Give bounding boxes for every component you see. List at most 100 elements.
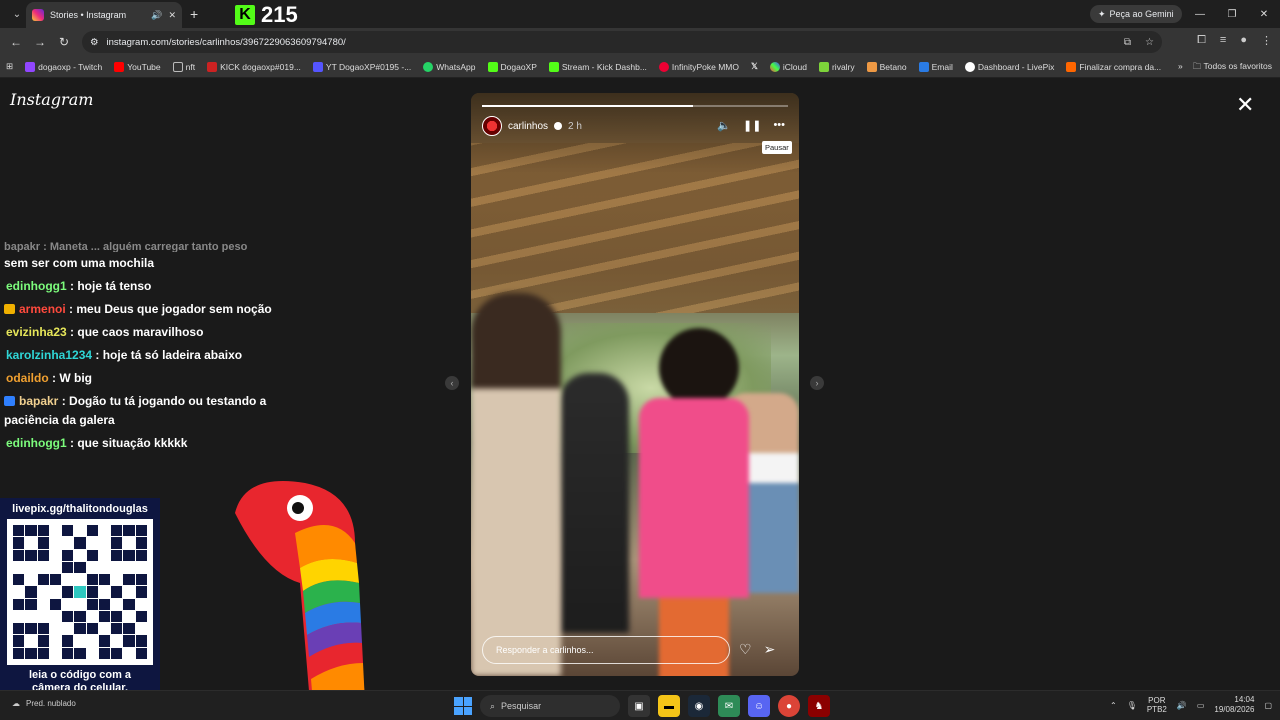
story-image-person	[639, 328, 749, 676]
bookmark-betano[interactable]: Betano	[866, 61, 907, 72]
chat-user: evizinha23	[6, 325, 67, 339]
game-app-icon[interactable]: ♞	[808, 695, 830, 717]
chat-user: edinhogg1	[6, 436, 67, 450]
tab-instagram[interactable]: Stories • Instagram 🔊 ✕	[26, 2, 182, 28]
youtube-icon	[114, 61, 125, 72]
more-options-icon[interactable]: •••	[773, 119, 785, 132]
search-icon: ⌕	[490, 700, 496, 711]
bookmark-twitch[interactable]: dogaoxp - Twitch	[25, 61, 102, 72]
bookmark-label: WhatsApp	[436, 61, 476, 72]
system-tray: ⌃ 🎙 POR PTB2 🔊 ▭ 14:04 19/08/2026 ▢	[1110, 695, 1272, 715]
chat-message: odaildo : W big	[0, 367, 290, 390]
previous-story-button[interactable]: ‹	[445, 376, 459, 390]
file-explorer-icon[interactable]: ▬	[658, 695, 680, 717]
chat-line-continuation: sem ser com uma mochila	[4, 256, 155, 270]
task-view-icon[interactable]: ▣	[628, 695, 650, 717]
instagram-logo[interactable]: Instagram	[10, 90, 93, 109]
sock-puppet-mascot	[235, 481, 365, 703]
new-tab-button[interactable]: +	[190, 6, 198, 22]
chat-message: edinhogg1 : que situação kkkkk	[0, 432, 290, 455]
chat-message: armenoi : meu Deus que jogador sem noção	[0, 298, 290, 321]
bookmark-star-icon[interactable]: ☆	[1145, 37, 1154, 48]
close-tab-icon[interactable]: ✕	[168, 10, 176, 21]
bookmark-label: InfinityPoke MMO	[671, 61, 739, 72]
windows-start-icon[interactable]	[454, 697, 472, 715]
reply-input[interactable]: Responder a carlinhos...	[482, 636, 730, 664]
verified-badge-icon	[554, 122, 563, 130]
story-avatar[interactable]	[482, 116, 502, 136]
instagram-story-page: Instagram ✕ bapakr : Maneta ... alguém c…	[0, 78, 1280, 703]
media-control-icon[interactable]: ≡	[1220, 34, 1226, 47]
bookmark-icloud[interactable]: iCloud	[769, 61, 807, 72]
shop-icon	[1066, 61, 1077, 72]
extensions-icon[interactable]: ⧠	[1197, 34, 1206, 47]
kick-icon	[548, 61, 559, 72]
back-button[interactable]: ←	[4, 35, 28, 49]
bookmark-finalizar[interactable]: Finalizar compra da...	[1066, 61, 1161, 72]
all-bookmarks-folder[interactable]: 🗀 Todos os favoritos	[1193, 61, 1272, 75]
bookmark-dogaoxp[interactable]: DogaoXP	[487, 61, 537, 72]
chat-message: karolzinha1234 : hoje tá só ladeira abai…	[0, 344, 290, 367]
site-info-icon[interactable]: ⚙	[90, 37, 99, 48]
stream-chat-overlay: bapakr : Maneta ... alguém carregar tant…	[0, 242, 290, 455]
bookmark-yt-dogaoxp[interactable]: YT DogaoXP#0195 -...	[312, 61, 411, 72]
story-username[interactable]: carlinhos	[508, 121, 548, 132]
taskbar-search[interactable]: ⌕ Pesquisar	[480, 695, 620, 717]
story-image-person	[559, 373, 629, 633]
bookmark-rivalry[interactable]: rivalry	[818, 61, 855, 72]
discord-icon[interactable]: ☺	[748, 695, 770, 717]
chat-text: : hoje tá só ladeira abaixo	[95, 348, 243, 362]
x-icon: 𝕏	[751, 61, 758, 71]
volume-icon[interactable]: 🔊	[1177, 701, 1187, 710]
like-heart-icon[interactable]: ♡	[739, 641, 752, 658]
apps-grid-icon[interactable]: ⊞	[6, 61, 13, 72]
menu-icon[interactable]: ⋮	[1261, 34, 1272, 47]
bookmark-livepix[interactable]: Dashboard - LivePix	[964, 61, 1055, 72]
bookmark-youtube[interactable]: YouTube	[114, 61, 161, 72]
qr-title: livepix.gg/thalitondouglas	[12, 503, 148, 515]
battery-icon[interactable]: ▭	[1197, 701, 1205, 710]
app-icon[interactable]: ✉	[718, 695, 740, 717]
mute-icon[interactable]: 🔈	[717, 119, 731, 132]
profile-avatar[interactable]: ●	[1240, 34, 1247, 47]
notifications-icon[interactable]: ▢	[1264, 701, 1272, 710]
microphone-icon[interactable]: 🎙	[1127, 701, 1137, 710]
bookmark-x[interactable]: 𝕏	[751, 61, 758, 72]
bookmark-kick-dogaoxp[interactable]: KICK dogaoxp#019...	[207, 61, 301, 72]
pause-icon[interactable]: ❚❚	[743, 119, 761, 132]
lang-secondary: PTB2	[1146, 705, 1167, 714]
story-controls: 🔈 ❚❚ •••	[717, 119, 785, 132]
gemini-button[interactable]: ✦ Peça ao Gemini	[1090, 5, 1182, 23]
chrome-icon[interactable]: ●	[778, 695, 800, 717]
bookmark-label: Dashboard - LivePix	[977, 61, 1055, 72]
close-story-icon[interactable]: ✕	[1236, 94, 1254, 116]
more-bookmarks-icon[interactable]: »	[1178, 61, 1183, 75]
minimize-button[interactable]: —	[1184, 0, 1216, 28]
bookmark-stream-kick[interactable]: Stream - Kick Dashb...	[548, 61, 647, 72]
close-window-button[interactable]: ✕	[1248, 0, 1280, 28]
weather-widget[interactable]: ☁ Pred. nublado	[12, 699, 76, 708]
share-send-icon[interactable]: ➢	[764, 641, 776, 658]
bookmark-whatsapp[interactable]: WhatsApp	[423, 61, 476, 72]
bookmark-label: iCloud	[782, 61, 807, 72]
forward-button[interactable]: →	[28, 35, 52, 49]
clock[interactable]: 14:04 19/08/2026	[1214, 695, 1254, 715]
chat-text: : que situação kkkkk	[70, 436, 188, 450]
bookmark-nft[interactable]: nft	[172, 61, 195, 72]
chat-user: karolzinha1234	[6, 348, 93, 362]
rivalry-icon	[818, 61, 829, 72]
url-bar[interactable]: ⚙ instagram.com/stories/carlinhos/396722…	[82, 31, 1162, 53]
chat-cut-line: bapakr : Maneta ... alguém carregar tant…	[4, 242, 248, 252]
next-story-button[interactable]: ›	[810, 376, 824, 390]
audio-playing-icon[interactable]: 🔊	[151, 10, 162, 21]
story-viewer[interactable]: carlinhos 2 h 🔈 ❚❚ ••• Pausar Responder …	[471, 93, 799, 676]
bookmark-infinitypoke[interactable]: InfinityPoke MMO	[658, 61, 739, 72]
language-indicator[interactable]: POR PTB2	[1147, 696, 1167, 714]
bookmark-email[interactable]: Email	[918, 61, 953, 72]
twitch-icon	[25, 61, 36, 72]
install-app-icon[interactable]: ⧉	[1124, 37, 1131, 48]
tray-expand-icon[interactable]: ⌃	[1110, 701, 1117, 710]
steam-icon[interactable]: ◉	[688, 695, 710, 717]
reload-button[interactable]: ↻	[52, 35, 76, 49]
restore-button[interactable]: ❐	[1216, 0, 1248, 28]
